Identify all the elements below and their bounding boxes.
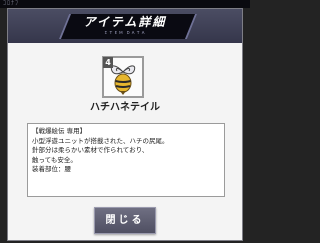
close-button[interactable]: 閉じる xyxy=(94,207,156,234)
description-line: 触っても安全。 xyxy=(32,155,77,164)
top-bar: ｺﾛﾅﾌ xyxy=(0,0,250,8)
item-icon-frame: 4 xyxy=(102,56,144,98)
dialog-title: アイテム詳細 xyxy=(83,15,167,29)
description-line: 針部分は柔らかい素材で作られており、 xyxy=(32,146,149,154)
item-description-box: 【戦爆絵伝 専用】 小型浮遊ユニットが搭載された、ハチの尻尾。 針部分は柔らかい… xyxy=(27,123,225,197)
top-bar-text: ｺﾛﾅﾌ xyxy=(3,0,20,7)
item-detail-dialog: アイテム詳細 ＩＴＥＭ ＤＡＴＡ 4 ハチハネテイル 【戦爆絵伝 専用】 小型浮… xyxy=(7,8,243,241)
item-name: ハチハネテイル xyxy=(90,102,160,113)
dialog-subtitle: ＩＴＥＭ ＤＡＴＡ xyxy=(103,30,147,35)
description-line: 【戦爆絵伝 専用】 xyxy=(32,127,87,135)
description-line: 小型浮遊ユニットが搭載された、ハチの尻尾。 xyxy=(32,136,169,145)
dialog-header: アイテム詳細 ＩＴＥＭ ＤＡＴＡ xyxy=(8,9,242,43)
item-rarity-badge: 4 xyxy=(103,57,113,68)
description-line: 装着部位：腰 xyxy=(32,165,71,173)
